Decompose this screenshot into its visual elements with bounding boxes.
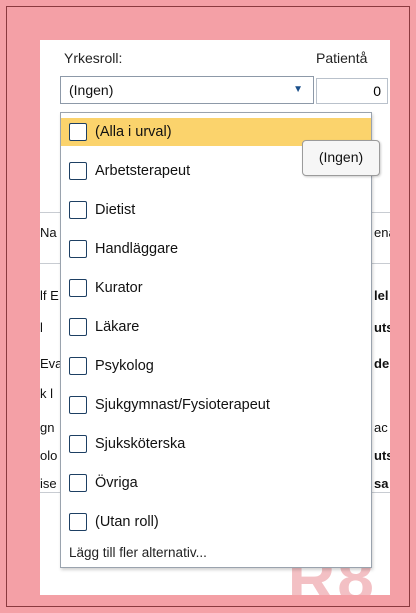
option-label: (Utan roll) [95,514,159,530]
checkbox[interactable] [69,162,87,180]
dropdown-option-kurator[interactable]: Kurator [61,274,371,302]
tooltip: (Ingen) [302,140,380,176]
role-combobox[interactable]: (Ingen) ▼ [60,76,314,104]
option-label: Dietist [95,202,136,218]
checkbox[interactable] [69,513,87,531]
option-label: (Alla i urval) [95,124,172,140]
role-label: Yrkesroll: [64,50,123,66]
table-cell-fragment: olo [40,448,58,463]
table-header-fragment: Na [40,225,57,240]
table-cell-fragment: l [40,320,43,335]
table-header-fragment: ena [374,225,390,240]
checkbox[interactable] [69,123,87,141]
checkbox[interactable] [69,201,87,219]
checkbox[interactable] [69,435,87,453]
checkbox[interactable] [69,279,87,297]
dropdown-option-ovriga[interactable]: Övriga [61,469,371,497]
dropdown-arrow-icon[interactable]: ▼ [293,84,303,95]
option-label: Handläggare [95,241,179,257]
table-cell-fragment: de [374,356,390,371]
option-label: Övriga [95,475,138,491]
checkbox[interactable] [69,396,87,414]
table-cell-fragment: gn [40,420,55,435]
table-cell-fragment: ac [374,420,388,435]
patient-number-field[interactable]: 0 [316,78,388,104]
dropdown-option-sjukgymnast[interactable]: Sjukgymnast/Fysioterapeut [61,391,371,419]
dropdown-option-psykolog[interactable]: Psykolog [61,352,371,380]
dropdown-option-dietist[interactable]: Dietist [61,196,371,224]
role-dropdown-list: (Alla i urval) Arbetsterapeut Dietist Ha… [60,112,372,568]
checkbox[interactable] [69,240,87,258]
option-label: Psykolog [95,358,154,374]
option-label: Sjuksköterska [95,436,186,452]
table-cell-fragment: lel [374,288,389,303]
app-panel: Yrkesroll: Patientå (Ingen) ▼ 0 Na lf E … [40,40,390,595]
add-more-options-link[interactable]: Lägg till fler alternativ... [69,545,207,560]
table-cell-fragment: ise [40,476,57,491]
table-cell-fragment: k l [40,386,53,401]
table-cell-fragment: lf E [40,288,59,303]
patient-label: Patientå [316,50,368,66]
table-cell-fragment: uts [374,320,390,335]
option-label: Läkare [95,319,140,335]
dropdown-option-handlaggare[interactable]: Handläggare [61,235,371,263]
option-label: Sjukgymnast/Fysioterapeut [95,397,270,413]
dropdown-option-lakare[interactable]: Läkare [61,313,371,341]
checkbox[interactable] [69,318,87,336]
checkbox[interactable] [69,474,87,492]
role-combobox-value: (Ingen) [69,82,114,98]
checkbox[interactable] [69,357,87,375]
dropdown-option-sjukskoterska[interactable]: Sjuksköterska [61,430,371,458]
option-label: Kurator [95,280,143,296]
table-cell-fragment: uts [374,448,390,463]
option-label: Arbetsterapeut [95,163,191,179]
table-cell-fragment: sa [374,476,389,491]
dropdown-option-utan-roll[interactable]: (Utan roll) [61,508,371,536]
